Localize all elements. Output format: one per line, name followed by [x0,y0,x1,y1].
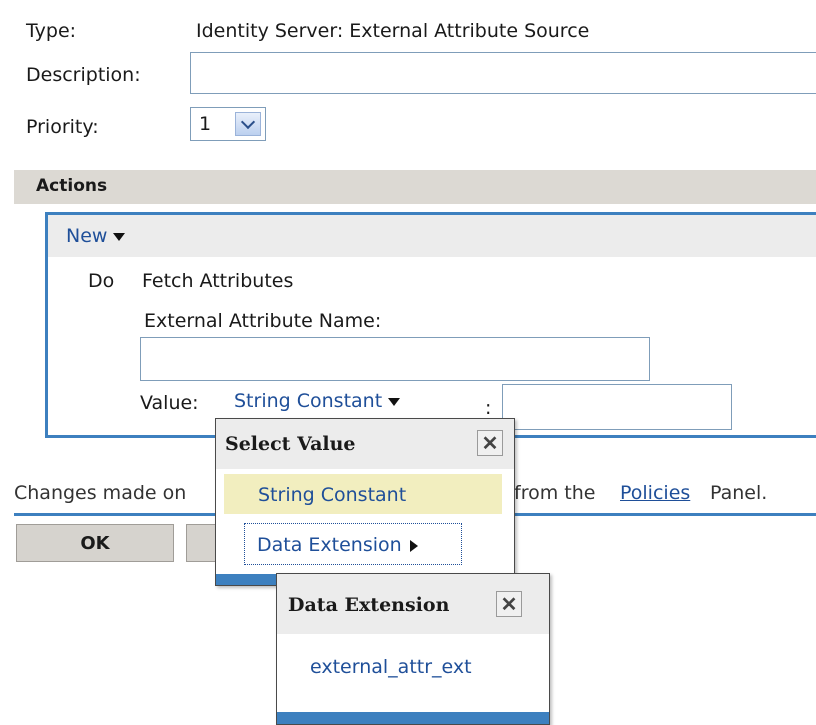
select-value-title: Select Value [225,433,356,455]
type-value: Identity Server: External Attribute Sour… [196,20,590,42]
notice-prefix: Changes made on [14,482,187,504]
caret-right-icon [409,539,418,552]
actions-header-bar: Actions [14,170,816,204]
do-label: Do [88,270,115,292]
value-field[interactable] [502,384,732,430]
value-type-dropdown[interactable]: String Constant [234,390,401,412]
select-value-item-string-constant[interactable]: String Constant [224,474,502,514]
value-colon: : [485,397,492,419]
priority-select[interactable]: 1 [190,107,266,141]
data-extension-item[interactable]: external_attr_ext [310,656,472,678]
data-extension-title: Data Extension [288,594,450,616]
priority-selected-value: 1 [199,113,212,135]
external-attribute-name-field[interactable] [140,337,650,381]
value-label: Value: [140,392,199,414]
action-rule-box: New Do Fetch Attributes External Attribu… [45,212,816,438]
new-menu-button[interactable]: New [66,225,126,247]
caret-down-icon [388,397,401,406]
actions-header: Actions [36,176,108,196]
external-attribute-name-label: External Attribute Name: [144,310,382,332]
caret-down-icon [113,232,126,241]
action-name: Fetch Attributes [142,270,294,292]
policies-link[interactable]: Policies [620,482,690,504]
notice-suffix: Panel. [710,482,768,504]
priority-label: Priority: [26,116,99,138]
type-label: Type: [26,20,77,42]
close-icon[interactable]: ✕ [477,430,503,456]
description-label: Description: [26,64,141,86]
data-extension-popup: Data Extension ✕ external_attr_ext [276,573,550,725]
close-icon[interactable]: ✕ [496,591,522,617]
description-field[interactable] [190,52,816,94]
select-value-popup: Select Value ✕ String Constant Data Exte… [215,418,515,586]
ok-button[interactable]: OK [16,524,174,562]
notice-middle: from the [514,482,596,504]
data-extension-popup-header: Data Extension ✕ [277,574,549,634]
new-menu-bar: New [48,215,816,257]
select-value-popup-header: Select Value ✕ [216,419,514,469]
chevron-down-icon[interactable] [235,112,261,136]
select-value-item-data-extension[interactable]: Data Extension [244,523,462,565]
popup-footer [277,712,549,724]
